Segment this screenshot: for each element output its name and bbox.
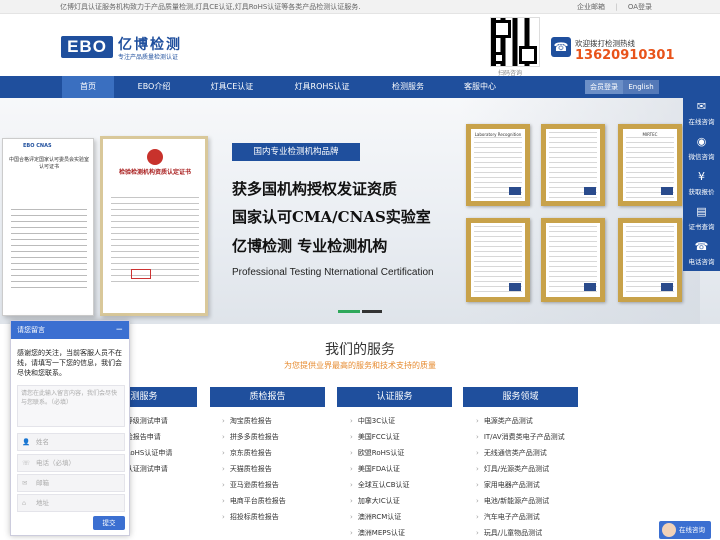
message-widget: 请您留言 − 感谢您的关注，当前客服人员不在线，请填写一下您的信息，我们会尽快和… <box>10 320 130 536</box>
list-item[interactable]: 玩具/儿童物品测试 <box>476 525 565 540</box>
certificate-frame <box>541 124 605 206</box>
hotline-number[interactable]: 13620910301 <box>575 48 675 63</box>
ebo-logo[interactable]: EBO <box>61 36 113 58</box>
list-item[interactable]: IT/AV消费类电子产品测试 <box>476 429 565 445</box>
certificate-frame <box>618 218 682 302</box>
banner-english-tagline: Professional Testing Nternational Certif… <box>232 267 434 278</box>
certification-services-list: 中国3C认证 美国FCC认证 欧盟RoHS认证 美国FDA认证 全球互认CB认证… <box>350 413 410 540</box>
float-get-quote[interactable]: ¥ 获取报价 <box>683 166 720 201</box>
list-item[interactable]: 澳洲MEPS认证 <box>350 525 410 540</box>
carousel-dot-active[interactable] <box>338 310 360 313</box>
column-heading-fields[interactable]: 服务领域 <box>463 387 578 407</box>
top-links: 企业邮箱 | OA登录 <box>569 2 652 12</box>
banner-headline-1: 获多国机构授权发证资质 <box>232 180 398 198</box>
national-emblem-icon <box>147 149 163 165</box>
message-textarea[interactable]: 请您在此输入留言内容，我们会尽快与您联系。（必填） <box>17 385 125 427</box>
certificate-frame <box>541 218 605 302</box>
email-field[interactable]: ✉ 邮箱 <box>17 474 125 492</box>
quality-reports-list: 淘宝质检报告 拼多多质检报告 京东质检报告 天猫质检报告 亚马逊质检报告 电商平… <box>222 413 286 525</box>
list-item[interactable]: 美国FDA认证 <box>350 461 410 477</box>
list-item[interactable]: 加拿大IC认证 <box>350 493 410 509</box>
site-header: EBO 亿博检测 专注产品质量检测认证 扫码咨询 ☎ 欢迎拨打检测热线 1362… <box>0 14 720 77</box>
list-item[interactable]: 电池/新能源产品测试 <box>476 493 565 509</box>
main-nav: 首页 EBO介绍 灯具CE认证 灯具ROHS认证 检测服务 客服中心 会员登录 … <box>0 76 720 98</box>
nav-item-testing-services[interactable]: 检测服务 <box>382 76 434 98</box>
list-item[interactable]: 无线通信类产品测试 <box>476 445 565 461</box>
list-item[interactable]: 中国3C认证 <box>350 413 410 429</box>
list-item[interactable]: 亚马逊质检报告 <box>222 477 286 493</box>
phone-icon: ☎ <box>551 37 571 57</box>
nav-item-customer-center[interactable]: 客服中心 <box>454 76 506 98</box>
message-widget-header[interactable]: 请您留言 − <box>11 321 129 339</box>
top-bar: 亿博灯具认证服务机构致力于产品质量检测,灯具CE认证,灯具RoHS认证等各类产品… <box>0 0 720 14</box>
list-item[interactable]: 京东质检报告 <box>222 445 286 461</box>
list-item[interactable]: 澳洲RCM认证 <box>350 509 410 525</box>
minimize-icon[interactable]: − <box>115 321 123 339</box>
nav-item-rohs-cert[interactable]: 灯具ROHS认证 <box>286 76 358 98</box>
name-field[interactable]: 👤 姓名 <box>17 433 125 451</box>
company-name: 亿博检测 <box>118 37 182 53</box>
float-wechat-consult[interactable]: ◉ 微信咨询 <box>683 131 720 166</box>
float-online-consult[interactable]: ✉ 在线咨询 <box>683 96 720 131</box>
submit-button[interactable]: 提交 <box>93 516 125 530</box>
float-certificate-query[interactable]: ▤ 证书查询 <box>683 201 720 236</box>
offline-message: 感谢您的关注，当前客服人员不在线，请填写一下您的信息，我们会尽快和您联系。 <box>17 349 122 377</box>
list-item[interactable]: 美国FCC认证 <box>350 429 410 445</box>
top-links-separator: | <box>615 3 618 11</box>
list-item[interactable]: 电商平台质检报告 <box>222 493 286 509</box>
english-button[interactable]: English <box>623 80 659 94</box>
column-heading-certification[interactable]: 认证服务 <box>337 387 452 407</box>
right-float-bar: ✉ 在线咨询 ◉ 微信咨询 ¥ 获取报价 ▤ 证书查询 ☎ 电话咨询 <box>683 96 720 271</box>
qr-code-image <box>490 17 540 67</box>
company-slogan: 专注产品质量检测认证 <box>118 54 179 61</box>
mail-icon: ✉ <box>22 479 28 487</box>
wechat-icon: ◉ <box>696 135 707 148</box>
nav-item-about[interactable]: EBO介绍 <box>128 76 180 98</box>
online-consult-badge[interactable]: 在线咨询 <box>659 521 711 539</box>
column-heading-reports[interactable]: 质检报告 <box>210 387 325 407</box>
carousel-dot[interactable] <box>362 310 382 313</box>
banner-headline-2: 国家认可CMA/CNAS实验室 <box>232 208 431 226</box>
certificate-icon: ▤ <box>696 205 707 218</box>
certificate-frame <box>466 218 530 302</box>
phone-field[interactable]: ☏ 电话（必填） <box>17 454 125 472</box>
list-item[interactable]: 欧盟RoHS认证 <box>350 445 410 461</box>
phone-icon: ☎ <box>694 240 709 253</box>
stamp-icon <box>131 269 151 279</box>
certificate-frame: Laboratory Recognition <box>466 124 530 206</box>
list-item[interactable]: 招投标质检报告 <box>222 509 286 525</box>
message-widget-title: 请您留言 <box>17 326 45 334</box>
nav-item-home[interactable]: 首页 <box>62 76 114 98</box>
list-item[interactable]: 拼多多质检报告 <box>222 429 286 445</box>
list-item[interactable]: 家用电器产品测试 <box>476 477 565 493</box>
banner-headline-3: 亿博检测 专业检测机构 <box>232 237 388 255</box>
enterprise-mail-link[interactable]: 企业邮箱 <box>577 3 605 11</box>
list-item[interactable]: 汽车电子产品测试 <box>476 509 565 525</box>
cma-certificate-image: 检验检测机构资质认定证书 <box>100 136 208 316</box>
service-fields-list: 电源类产品测试 IT/AV消费类电子产品测试 无线通信类产品测试 灯具/光源类产… <box>476 413 565 540</box>
certificate-frame: MIRTEC <box>618 124 682 206</box>
list-item[interactable]: 灯具/光源类产品测试 <box>476 461 565 477</box>
user-icon: 👤 <box>22 438 31 446</box>
address-field[interactable]: ⌂ 地址 <box>17 494 125 512</box>
phone-icon: ☏ <box>22 459 31 467</box>
nav-item-ce-cert[interactable]: 灯具CE认证 <box>200 76 264 98</box>
price-icon: ¥ <box>698 170 705 183</box>
list-item[interactable]: 电源类产品测试 <box>476 413 565 429</box>
member-login-button[interactable]: 会员登录 <box>585 80 623 94</box>
list-item[interactable]: 全球互认CB认证 <box>350 477 410 493</box>
location-icon: ⌂ <box>22 499 27 507</box>
site-intro-text: 亿博灯具认证服务机构致力于产品质量检测,灯具CE认证,灯具RoHS认证等各类产品… <box>60 3 361 11</box>
hero-banner[interactable]: EBO CNAS 中国合格评定国家认可委员会实验室认可证书 检验检测机构资质认定… <box>0 98 720 324</box>
float-phone-consult[interactable]: ☎ 电话咨询 <box>683 236 720 271</box>
list-item[interactable]: 天猫质检报告 <box>222 461 286 477</box>
oa-login-link[interactable]: OA登录 <box>628 3 652 11</box>
chat-icon: ✉ <box>696 100 707 113</box>
avatar <box>662 523 676 537</box>
list-item[interactable]: 淘宝质检报告 <box>222 413 286 429</box>
cnas-certificate-image: EBO CNAS 中国合格评定国家认可委员会实验室认可证书 <box>2 138 94 316</box>
banner-tag: 国内专业检测机构品牌 <box>232 143 360 161</box>
